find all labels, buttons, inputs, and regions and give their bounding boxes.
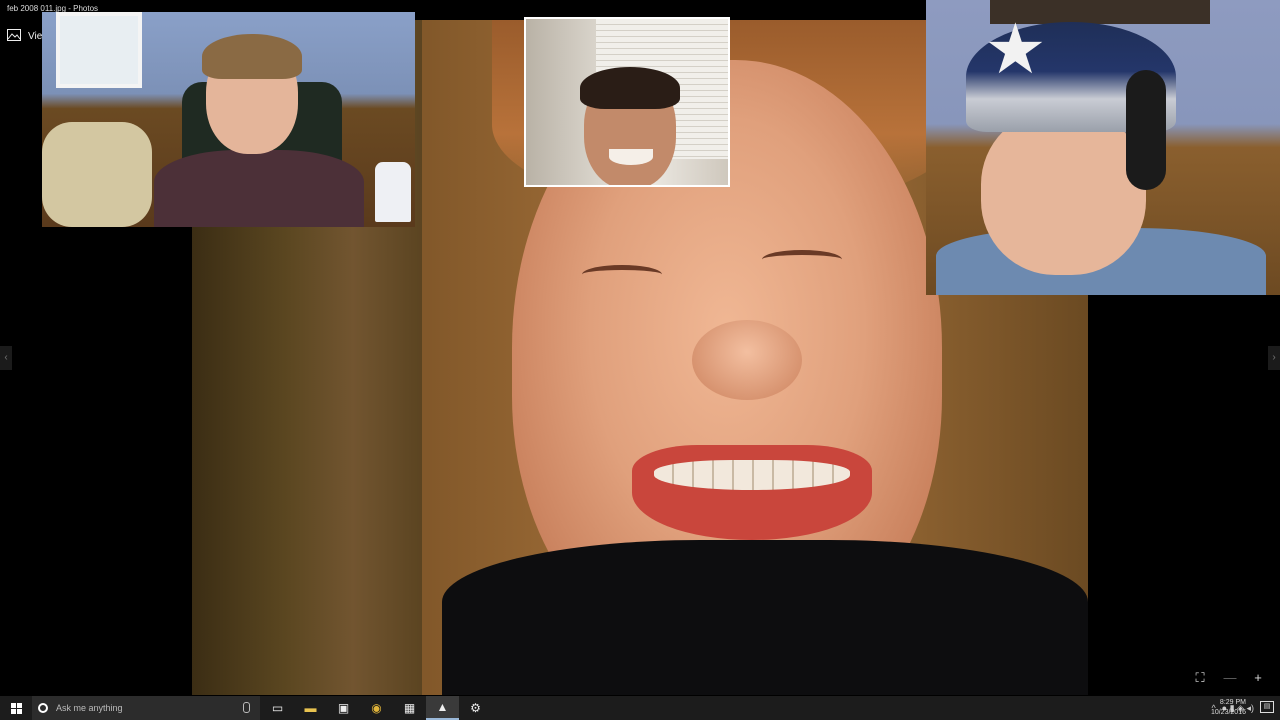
file-explorer-button[interactable]: ▬ [294, 696, 327, 720]
photos-button[interactable]: ▲ [426, 696, 459, 720]
person-smile [609, 149, 653, 165]
windows-icon [10, 702, 22, 714]
gear-icon: ⚙ [470, 701, 481, 715]
notifications-icon[interactable]: ▤ [1260, 701, 1274, 713]
person-hair [202, 34, 302, 79]
bottle [375, 162, 411, 222]
nose [692, 320, 802, 400]
person-head [981, 110, 1146, 275]
webcam-center [524, 17, 730, 187]
person-hair [580, 67, 680, 109]
folder-icon: ▬ [304, 701, 317, 715]
webcam-left [42, 12, 415, 227]
right-eye [762, 250, 842, 269]
webcam-right: ★ [926, 0, 1280, 295]
clock-date: 10/23/2016 [1210, 709, 1246, 716]
person-left [154, 32, 364, 227]
photos-icon: ▲ [436, 700, 449, 714]
store-button[interactable]: ▣ [327, 696, 360, 720]
person-body [154, 150, 364, 227]
crop-icon[interactable]: ⛶ [1191, 670, 1209, 686]
task-view-button[interactable]: ▭ [261, 696, 294, 720]
chrome-button[interactable]: ◉ [360, 696, 393, 720]
next-photo-button[interactable]: › [1268, 346, 1280, 370]
store-icon: ▣ [337, 701, 350, 715]
clock-time: 8:29 PM [1219, 699, 1246, 706]
bed-pillow [42, 122, 152, 227]
image-icon [7, 29, 21, 41]
zoom-in-button[interactable]: + [1249, 670, 1267, 686]
previous-photo-button[interactable]: ‹ [0, 346, 12, 370]
teeth [654, 460, 850, 490]
task-view-icon: ▭ [271, 701, 284, 715]
room-window [56, 12, 142, 88]
star-logo: ★ [984, 10, 1047, 88]
headset [1126, 70, 1166, 190]
media-button[interactable]: ▦ [393, 696, 426, 720]
zoom-out-button[interactable]: — [1221, 670, 1239, 686]
left-eye [582, 265, 662, 284]
shirt [442, 540, 1088, 695]
settings-button[interactable]: ⚙ [459, 696, 492, 720]
microphone-icon[interactable] [243, 702, 250, 713]
search-placeholder: Ask me anything [56, 703, 123, 713]
taskbar: Ask me anything ▭ ▬ ▣ ◉ ▦ ▲ ⚙ ^ ● ▮ ◈ ◂)… [0, 696, 1280, 720]
chrome-icon: ◉ [371, 701, 382, 715]
start-button[interactable] [0, 696, 32, 720]
cortana-search-box[interactable]: Ask me anything [32, 696, 260, 720]
film-icon: ▦ [403, 701, 416, 715]
cortana-icon [38, 703, 48, 713]
taskbar-clock[interactable]: 8:29 PM 10/23/2016 [1211, 698, 1246, 718]
